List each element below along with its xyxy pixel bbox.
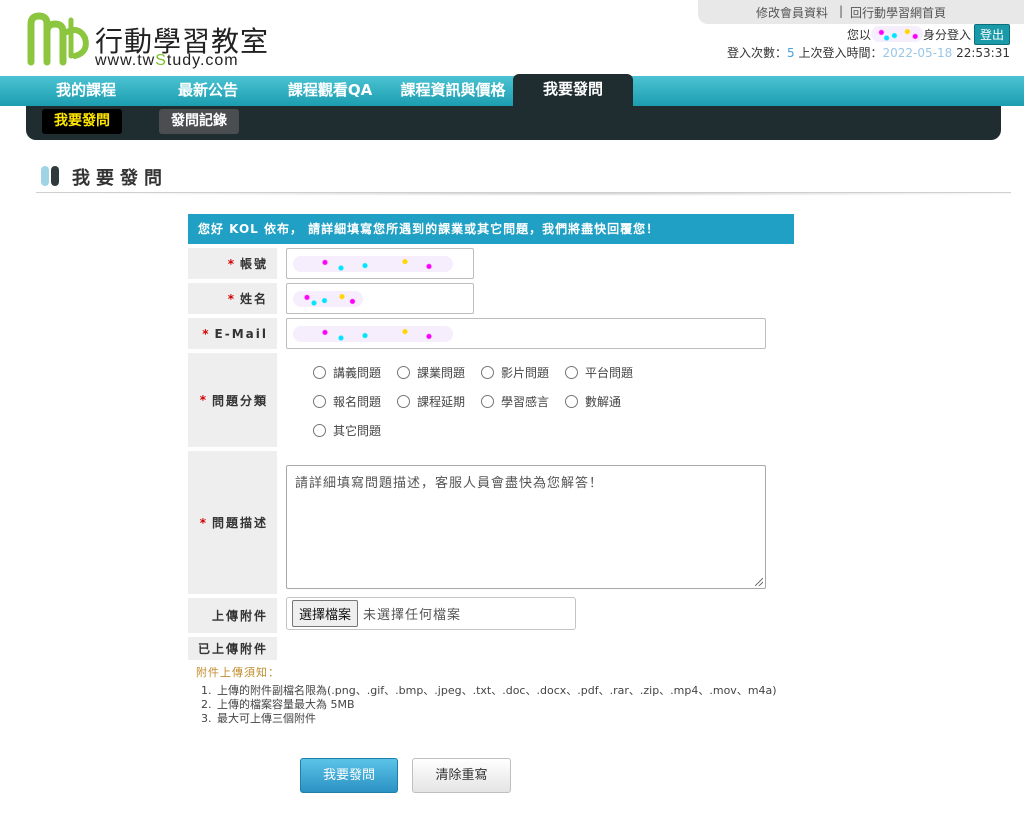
radio-icon xyxy=(313,366,326,379)
uploaded-attachments-label: 已上傳附件 xyxy=(188,637,277,660)
email-label: * E-Mail xyxy=(188,318,277,349)
radio-icon xyxy=(313,395,326,408)
upload-notes-title: 附件上傳須知： xyxy=(196,666,280,679)
resize-handle-icon[interactable] xyxy=(755,578,763,586)
last-login-time: 22:53:31 xyxy=(956,46,1010,60)
radio-icon xyxy=(397,395,410,408)
description-placeholder: 請詳細填寫問題描述，客服人員會盡快為您解答！ xyxy=(295,476,604,491)
edit-profile-link[interactable]: 修改會員資料 xyxy=(756,4,828,21)
main-nav: 我的課程 最新公告 課程觀看QA 課程資訊與價格 我要發問 xyxy=(0,74,1024,106)
radio-icon xyxy=(565,366,578,379)
subnav-question-history[interactable]: 發問記錄 xyxy=(159,109,239,134)
logo-mark-icon xyxy=(27,12,89,66)
top-links-bar: 修改會員資料 | 回行動學習網首頁 xyxy=(698,0,1024,24)
account-field[interactable] xyxy=(286,248,474,279)
file-input[interactable]: 選擇檔案 未選擇任何檔案 xyxy=(286,597,576,630)
login-as-suffix: 身分登入 xyxy=(922,27,971,42)
logo-url: www.twStudy.com xyxy=(95,52,239,69)
top-links-separator: | xyxy=(839,4,844,18)
upload-note: 3. 最大可上傳三個附件 xyxy=(201,712,316,725)
category-option-handouts[interactable]: 講義問題 xyxy=(313,364,381,381)
category-option-schoolwork[interactable]: 課業問題 xyxy=(397,364,465,381)
title-divider xyxy=(36,192,1011,196)
description-label: * 問題描述 xyxy=(188,451,277,594)
page-title: 我要發問 xyxy=(72,168,168,189)
category-option-video[interactable]: 影片問題 xyxy=(481,364,549,381)
form-greeting-banner: 您好 KOL 依布， 請詳細填寫您所遇到的課業或其它問題，我們將盡快回覆您！ xyxy=(188,214,794,244)
radio-icon xyxy=(481,366,494,379)
login-count: 5 xyxy=(787,46,795,60)
radio-icon xyxy=(565,395,578,408)
radio-icon xyxy=(313,424,326,437)
nav-my-courses[interactable]: 我的課程 xyxy=(30,76,142,106)
upload-note: 2. 上傳的檔案容量最大為 5MB xyxy=(201,698,355,711)
category-option-extension[interactable]: 課程延期 xyxy=(397,393,465,410)
radio-icon xyxy=(481,395,494,408)
subnav-ask-question[interactable]: 我要發問 xyxy=(42,109,122,134)
name-field[interactable] xyxy=(286,283,474,314)
site-logo[interactable]: 行動學習教室 www.twStudy.com xyxy=(27,12,287,72)
email-field[interactable] xyxy=(286,318,766,349)
submit-question-button[interactable]: 我要發問 xyxy=(300,758,398,793)
upload-note: 1. 上傳的附件副檔名限為(.png、.gif、.bmp、.jpeg、.txt、.… xyxy=(201,684,777,697)
category-option-other[interactable]: 其它問題 xyxy=(313,422,381,439)
description-textarea[interactable]: 請詳細填寫問題描述，客服人員會盡快為您解答！ xyxy=(286,465,766,589)
name-label: * 姓名 xyxy=(188,283,277,314)
clear-form-button[interactable]: 清除重寫 xyxy=(412,758,511,793)
redacted-username xyxy=(870,26,923,42)
upload-label: 上傳附件 xyxy=(188,598,277,633)
nav-ask-question[interactable]: 我要發問 xyxy=(513,74,633,106)
nav-course-qa[interactable]: 課程觀看QA xyxy=(274,76,386,106)
logout-button[interactable]: 登出 xyxy=(973,23,1010,45)
sub-nav: 我要發問 發問記錄 xyxy=(26,106,1001,140)
user-status: 您以 身分登入 登出 xyxy=(846,23,1010,45)
category-label: * 問題分類 xyxy=(188,353,277,447)
nav-announcements[interactable]: 最新公告 xyxy=(152,76,264,106)
upload-notes-list: 1. 上傳的附件副檔名限為(.png、.gif、.bmp、.jpeg、.txt、.… xyxy=(201,684,791,726)
last-login-date: 2022-05-18 xyxy=(882,46,953,60)
nav-course-info[interactable]: 課程資訊與價格 xyxy=(392,76,514,106)
category-option-feedback[interactable]: 學習感言 xyxy=(481,393,549,410)
category-option-math-solver[interactable]: 數解通 xyxy=(565,393,621,410)
section-title-icon xyxy=(41,166,59,186)
no-file-text: 未選擇任何檔案 xyxy=(363,608,462,623)
choose-file-button[interactable]: 選擇檔案 xyxy=(292,600,359,627)
login-as-prefix: 您以 xyxy=(846,27,871,42)
account-label: * 帳號 xyxy=(188,248,277,279)
home-link[interactable]: 回行動學習網首頁 xyxy=(850,4,946,21)
radio-icon xyxy=(397,366,410,379)
category-option-registration[interactable]: 報名問題 xyxy=(313,393,381,410)
category-option-platform[interactable]: 平台問題 xyxy=(565,364,633,381)
login-info: 登入次數：5 上次登入時間：2022-05-18 22:53:31 xyxy=(727,46,1010,60)
